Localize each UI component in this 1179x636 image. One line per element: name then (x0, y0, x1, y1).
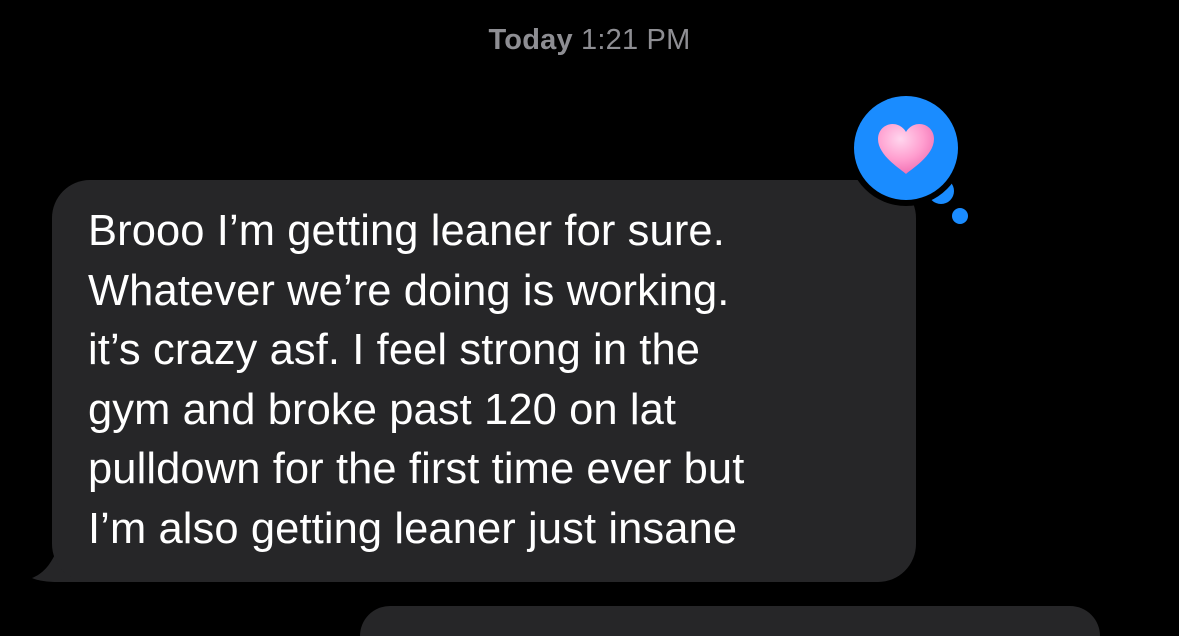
message-timestamp: Today 1:21 PM (0, 24, 1179, 57)
message-bubble[interactable]: Brooo I’m getting leaner for sure. Whate… (52, 180, 916, 582)
heart-icon (878, 124, 934, 174)
incoming-message[interactable]: Brooo I’m getting leaner for sure. Whate… (32, 180, 916, 582)
timestamp-day: Today (488, 24, 573, 56)
tapback-tail-dot-small (952, 208, 968, 224)
tapback-bubble (854, 96, 958, 200)
timestamp-time: 1:21 PM (581, 24, 691, 56)
next-message-bubble-edge (360, 606, 1100, 636)
message-text: Brooo I’m getting leaner for sure. Whate… (88, 207, 745, 553)
tapback-reaction[interactable] (854, 96, 976, 228)
